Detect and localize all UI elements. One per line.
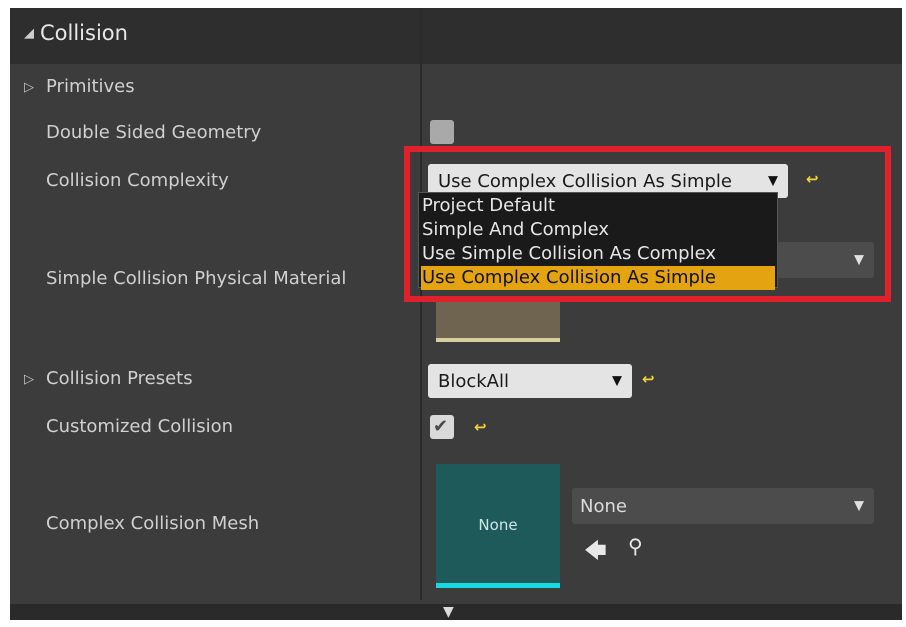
highlight-box xyxy=(404,146,891,302)
dropdown-arrow-icon: ▼ xyxy=(854,498,864,514)
column-divider[interactable] xyxy=(420,8,422,600)
checkmark-icon: ✔ xyxy=(433,416,449,437)
section-header-title[interactable]: ◢ Collision xyxy=(24,21,128,45)
row-label-customized-collision: Customized Collision xyxy=(46,416,234,437)
row-label-collision-presets[interactable]: Collision Presets xyxy=(46,368,193,389)
section-header[interactable]: ◢ Collision xyxy=(10,8,902,64)
collision-presets-value: BlockAll xyxy=(438,370,509,392)
browse-search-icon[interactable]: ⚲ xyxy=(628,534,643,558)
expand-arrow-icon[interactable]: ▷ xyxy=(24,372,34,387)
complex-collision-mesh-combo[interactable]: None ▼ xyxy=(572,488,874,524)
row-label-simple-collision-physical-material: Simple Collision Physical Material xyxy=(46,268,347,289)
complex-collision-mesh-value: None xyxy=(580,495,627,517)
reset-to-default-icon[interactable]: ↩ xyxy=(474,418,487,436)
expand-arrow-icon[interactable]: ▷ xyxy=(24,80,34,95)
reset-to-default-icon[interactable]: ↩ xyxy=(642,370,655,388)
physical-material-thumbnail[interactable] xyxy=(436,298,560,342)
row-label-double-sided-geometry: Double Sided Geometry xyxy=(46,122,262,143)
dropdown-arrow-icon: ▼ xyxy=(612,373,622,389)
section-title: Collision xyxy=(40,21,128,45)
row-label-complex-collision-mesh: Complex Collision Mesh xyxy=(46,513,260,534)
collapse-triangle-icon[interactable]: ◢ xyxy=(24,26,34,41)
customized-collision-checkbox[interactable]: ✔ xyxy=(430,415,454,439)
expand-advanced-arrow-icon[interactable]: ▼ xyxy=(443,605,454,619)
row-label-primitives[interactable]: Primitives xyxy=(46,76,135,97)
double-sided-geometry-checkbox[interactable] xyxy=(430,120,454,144)
details-panel: ◢ Collision ▷ Primitives Double Sided Ge… xyxy=(10,8,902,620)
row-label-collision-complexity: Collision Complexity xyxy=(46,170,229,191)
thumbnail-label: None xyxy=(478,516,518,534)
use-selected-asset-arrow-icon[interactable]: 🡄 xyxy=(584,534,607,572)
advanced-expander-bar[interactable] xyxy=(10,604,902,620)
complex-collision-mesh-thumbnail[interactable]: None xyxy=(436,464,560,588)
collision-presets-combo[interactable]: BlockAll ▼ xyxy=(428,364,632,398)
